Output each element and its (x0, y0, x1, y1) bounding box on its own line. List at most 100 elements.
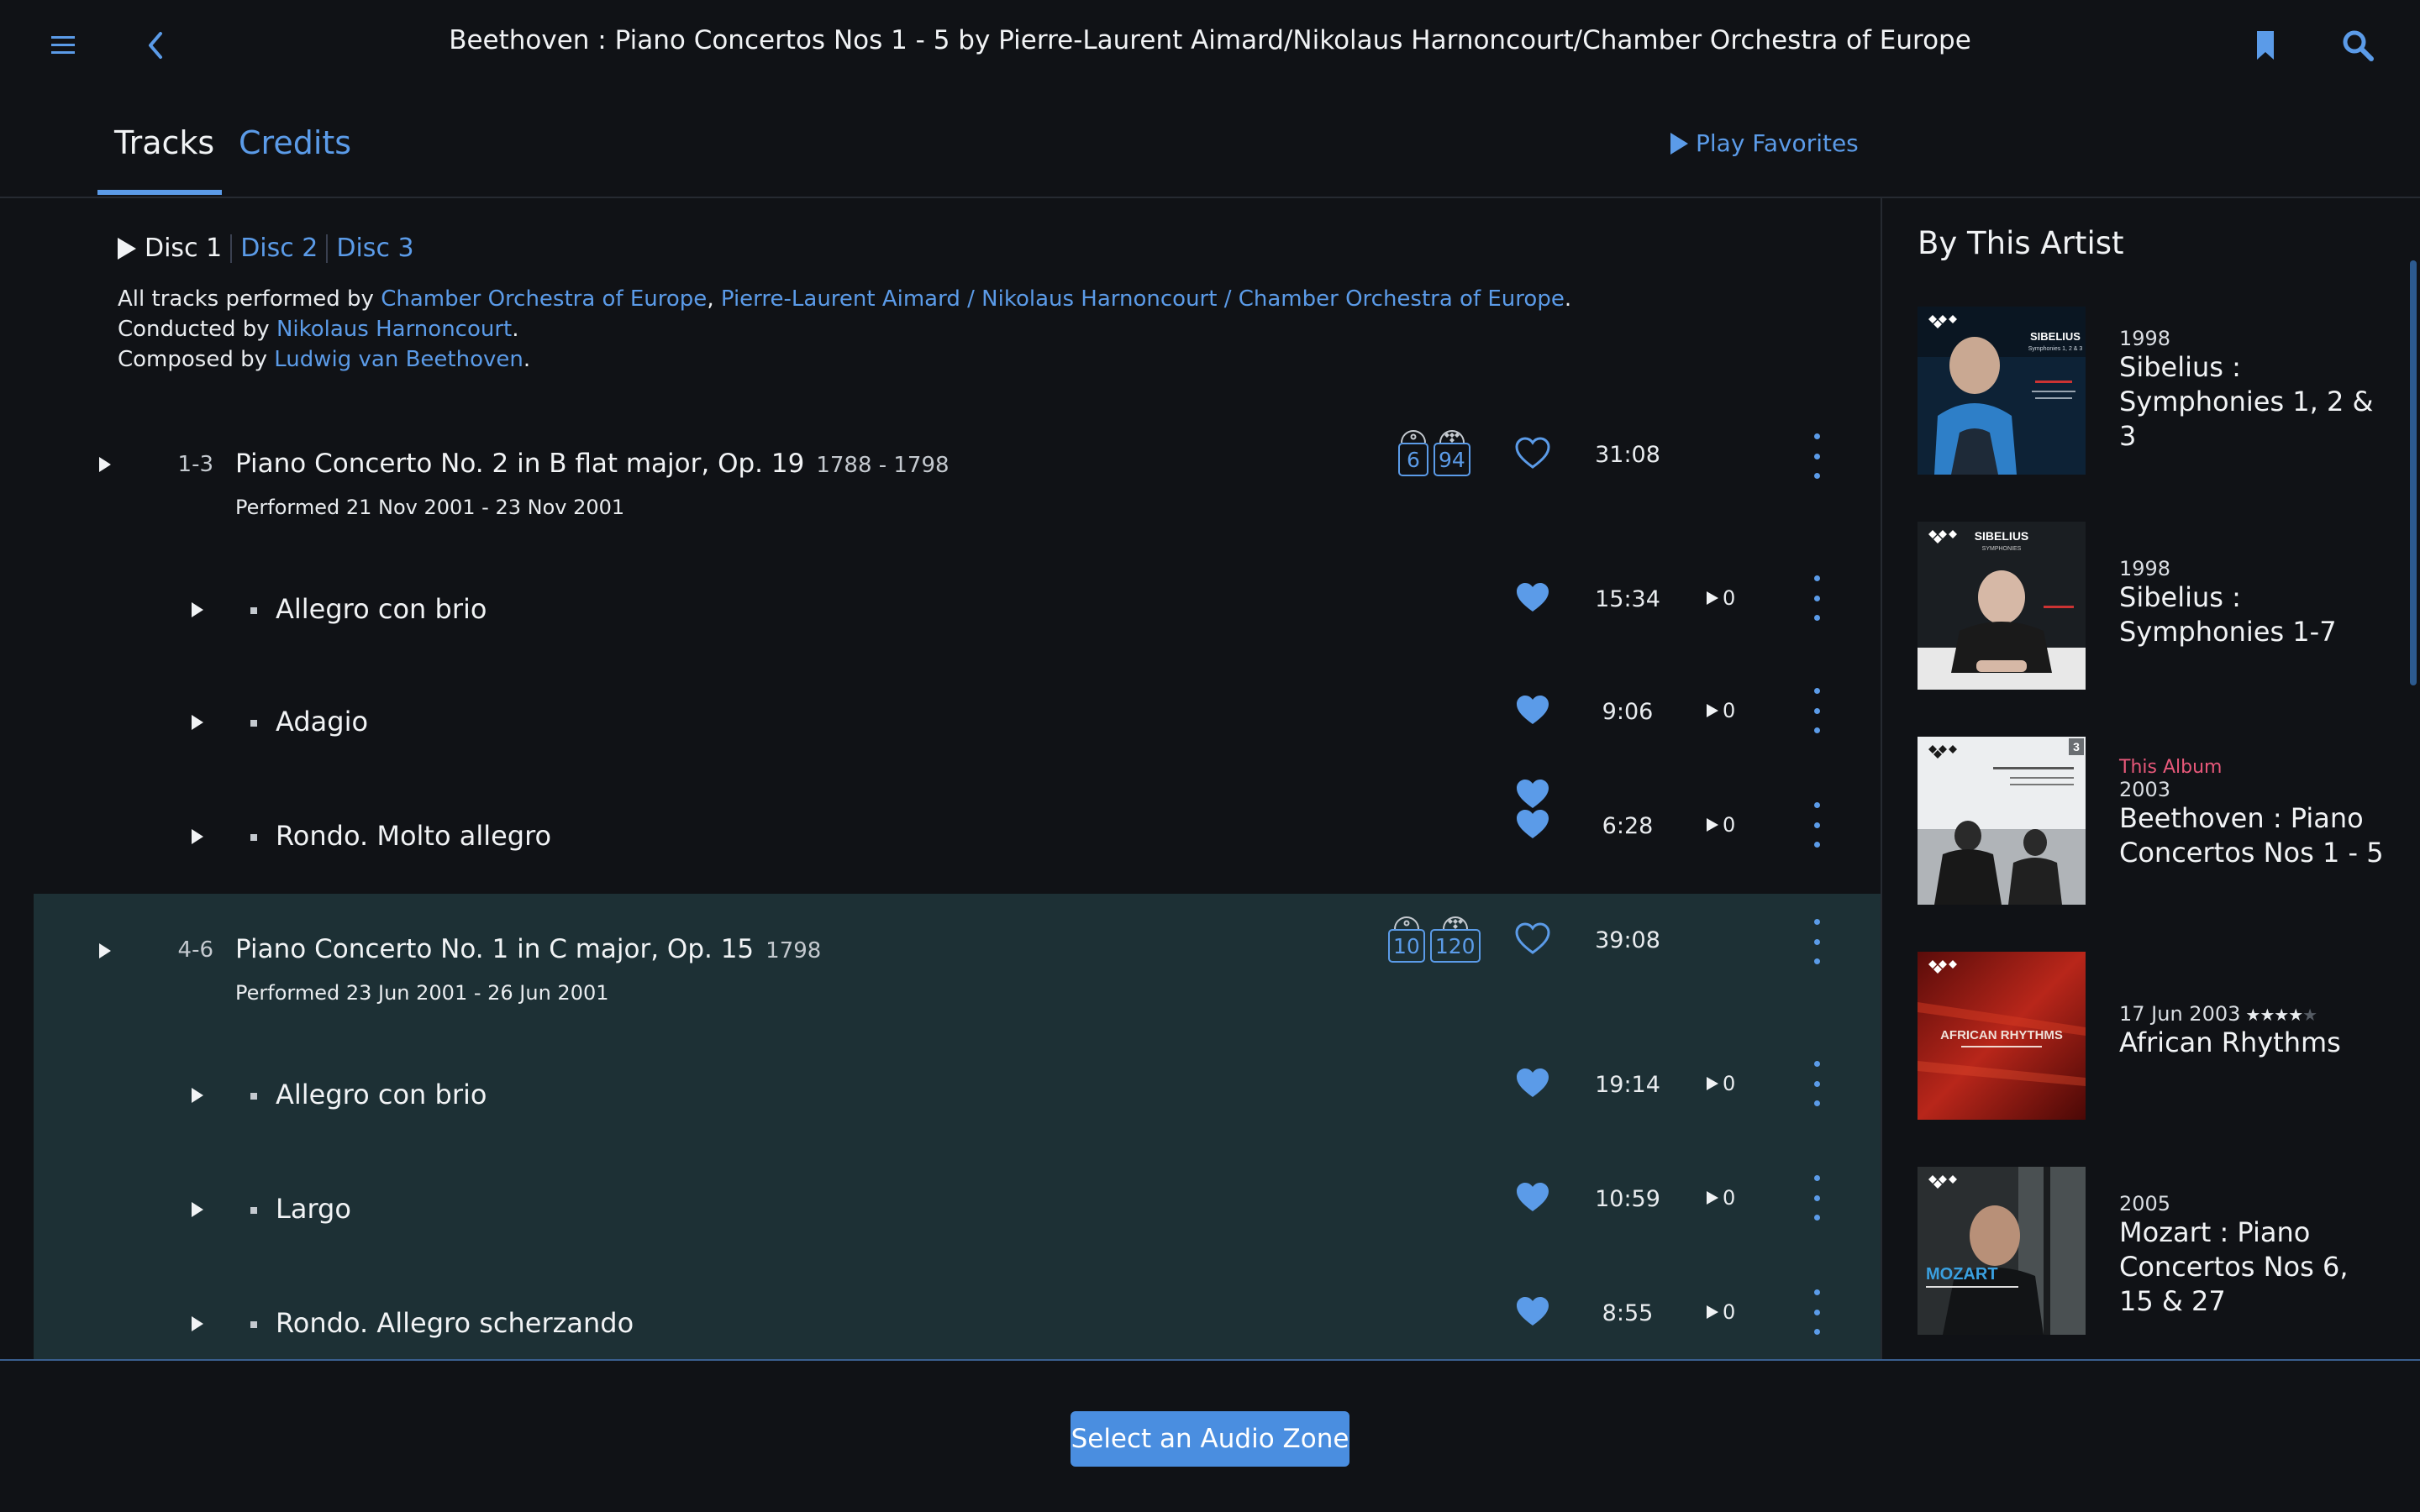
track-title[interactable]: Largo (276, 1193, 351, 1225)
disc-count: 10 (1388, 929, 1425, 963)
play-track-button[interactable] (181, 1307, 214, 1341)
tab-bar: Tracks Credits Play Favorites (0, 91, 2420, 198)
cover-text: SIBELIUS (1975, 529, 2029, 543)
heart-filled-icon[interactable] (1514, 1065, 1551, 1102)
track-duration: 15:34 (1595, 586, 1660, 612)
menu-icon[interactable] (39, 22, 87, 69)
performed-label: All tracks performed by (118, 286, 381, 312)
album-cover: SIBELIUS SYMPHONIES (1918, 522, 2086, 690)
star-icon: ★ (2288, 1005, 2303, 1025)
play-count: 0 (1706, 586, 1735, 610)
album-cover: MOZART (1918, 1167, 2086, 1335)
select-audio-zone-button[interactable]: Select an Audio Zone (1071, 1411, 1349, 1467)
play-icon (1670, 132, 1688, 155)
track-duration: 10:59 (1595, 1186, 1660, 1212)
period: . (512, 317, 519, 342)
more-options-icon[interactable] (1804, 1289, 1829, 1335)
album-title: Sibelius : Symphonies 1, 2 & 3 (2119, 351, 2374, 452)
play-track-button[interactable] (181, 1079, 214, 1112)
sidebar-scrollbar[interactable] (2410, 260, 2417, 685)
track-range: 1-3 (177, 452, 213, 477)
heart-filled-icon[interactable] (1514, 1294, 1551, 1331)
conducted-label: Conducted by (118, 317, 276, 342)
track-title[interactable]: Adagio (276, 706, 368, 738)
play-track-button[interactable] (181, 820, 214, 853)
play-count-icon (1707, 591, 1718, 605)
heart-filled-icon[interactable] (1514, 1179, 1551, 1216)
heart-filled-icon[interactable] (1514, 580, 1551, 617)
album-card[interactable]: SIBELIUS SYMPHONIES 1998 Sibelius : Symp… (1918, 522, 2388, 691)
more-options-icon[interactable] (1804, 1175, 1829, 1221)
bullet (250, 720, 257, 727)
track-title[interactable]: Allegro con brio (276, 1079, 487, 1110)
zone-bar: Select an Audio Zone (0, 1359, 2420, 1512)
track-title[interactable]: Rondo. Molto allegro (276, 820, 551, 852)
album-card[interactable]: SIBELIUS Symphonies 1, 2 & 3 1998 Sibeli… (1918, 307, 2388, 476)
heart-outline-icon[interactable] (1514, 435, 1551, 472)
top-bar: Beethoven : Piano Concertos Nos 1 - 5 by… (0, 0, 2420, 91)
disc-1-tab[interactable]: Disc 1 (145, 234, 222, 263)
play-work-button[interactable] (88, 448, 122, 481)
more-options-icon[interactable] (1804, 688, 1829, 733)
disc-2-tab[interactable]: Disc 2 (240, 234, 318, 263)
more-options-icon[interactable] (1804, 1061, 1829, 1106)
search-icon[interactable] (2334, 22, 2381, 69)
heart-outline-icon[interactable] (1514, 921, 1551, 958)
more-options-icon[interactable] (1804, 919, 1829, 964)
performer-link[interactable]: Chamber Orchestra of Europe (381, 286, 707, 312)
album-card-current[interactable]: 3 This Album 2003 Beethoven : Piano Conc… (1918, 737, 2388, 906)
work-duration: 39:08 (1595, 927, 1660, 953)
track-title[interactable]: Rondo. Allegro scherzando (276, 1307, 634, 1339)
disc-separator (230, 234, 233, 263)
work-years: 1788 - 1798 (816, 453, 950, 478)
play-count-icon (1707, 1077, 1718, 1090)
album-cover: AFRICAN RHYTHMS (1918, 952, 2086, 1120)
play-track-button[interactable] (181, 593, 214, 627)
play-track-button[interactable] (181, 1193, 214, 1226)
bullet (250, 834, 257, 841)
track-duration: 9:06 (1602, 699, 1654, 725)
tab-credits[interactable]: Credits (239, 124, 351, 161)
period: . (1564, 286, 1572, 312)
album-year: 2003 (2119, 778, 2171, 801)
performer-link[interactable]: Pierre-Laurent Aimard / Nikolaus Harnonc… (721, 286, 1565, 312)
sidebar-heading: By This Artist (1918, 225, 2124, 261)
heart-filled-icon[interactable] (1514, 692, 1551, 729)
more-options-icon[interactable] (1804, 802, 1829, 848)
star-rating: ★★★★★ (2245, 1005, 2317, 1025)
composer-link[interactable]: Ludwig van Beethoven (274, 347, 523, 372)
more-options-icon[interactable] (1804, 433, 1829, 479)
disc-icon (1393, 916, 1419, 929)
album-card[interactable]: AFRICAN RHYTHMS 17 Jun 2003 ★★★★★ African… (1918, 952, 2388, 1121)
more-options-icon[interactable] (1804, 575, 1829, 621)
album-card[interactable]: MOZART 2005 Mozart : Piano Concertos Nos… (1918, 1167, 2388, 1336)
tab-tracks[interactable]: Tracks (114, 124, 214, 161)
album-cover: SIBELIUS Symphonies 1, 2 & 3 (1918, 307, 2086, 475)
play-disc-icon[interactable] (116, 236, 138, 261)
cover-text: 3 (2073, 740, 2080, 753)
track-title[interactable]: Allegro con brio (276, 593, 487, 625)
disc-count: 6 (1398, 443, 1428, 476)
bookmark-icon[interactable] (2242, 22, 2289, 69)
album-year: 2005 (2119, 1192, 2171, 1215)
album-cover: 3 (1918, 737, 2086, 905)
conductor-link[interactable]: Nikolaus Harnoncourt (276, 317, 512, 342)
album-year: 1998 (2119, 327, 2171, 350)
play-work-button[interactable] (88, 934, 122, 968)
work-title-text: Piano Concerto No. 1 in C major, Op. 15 (235, 934, 755, 964)
work-badges: 10 120 (1388, 912, 1481, 963)
work-title[interactable]: Piano Concerto No. 1 in C major, Op. 15 1… (235, 934, 821, 964)
heart-filled-icon[interactable] (1514, 806, 1551, 843)
disc-3-tab[interactable]: Disc 3 (336, 234, 413, 263)
tidal-icon (1439, 430, 1465, 443)
album-year: 1998 (2119, 557, 2171, 580)
back-icon[interactable] (132, 22, 179, 69)
this-album-tag: This Album (2119, 757, 2223, 778)
play-count-value: 0 (1723, 1186, 1736, 1210)
play-favorites-button[interactable]: Play Favorites (1669, 129, 1859, 157)
by-this-artist-panel: By This Artist SIBELIUS Symphonies 1, 2 … (1881, 198, 2420, 1359)
star-icon: ★ (2274, 1005, 2289, 1025)
play-track-button[interactable] (181, 706, 214, 739)
cover-subtext: SYMPHONIES (1982, 546, 2022, 552)
work-title[interactable]: Piano Concerto No. 2 in B flat major, Op… (235, 449, 950, 479)
